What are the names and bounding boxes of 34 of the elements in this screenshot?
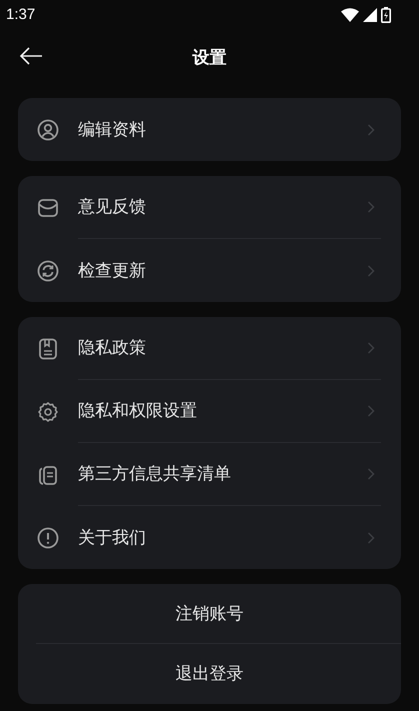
back-arrow-icon[interactable] — [19, 46, 43, 66]
chevron-icon — [367, 264, 375, 276]
settings-row[interactable]: 关于我们 — [36, 506, 383, 569]
row-label: 第三方信息共享清单 — [78, 463, 232, 486]
chevron-icon — [367, 201, 375, 213]
document-icon — [36, 336, 60, 360]
account-action-button[interactable]: 退出登录 — [176, 661, 244, 687]
battery-icon — [381, 7, 391, 23]
row-label: 检查更新 — [78, 260, 147, 282]
row-label: 关于我们 — [78, 526, 147, 549]
row-label: 意见反馈 — [78, 196, 147, 218]
gear-icon — [36, 400, 60, 424]
chevron-icon — [367, 405, 375, 417]
person-circle-icon — [36, 118, 60, 142]
settings-row[interactable]: 编辑资料 — [36, 98, 383, 161]
status-time: 1:37 — [6, 4, 36, 25]
chevron-icon — [367, 532, 375, 544]
chevron-icon — [367, 124, 375, 136]
row-label: 隐私政策 — [78, 337, 147, 360]
settings-row[interactable]: 隐私和权限设置 — [36, 380, 383, 443]
settings-row[interactable]: 第三方信息共享清单 — [36, 443, 383, 506]
row-label: 隐私和权限设置 — [78, 400, 198, 422]
row-label: 编辑资料 — [78, 118, 147, 141]
chevron-icon — [367, 342, 375, 354]
signal-icon — [363, 8, 377, 22]
account-action-button[interactable]: 注销账号 — [176, 600, 244, 626]
settings-row[interactable]: 意见反馈 — [36, 176, 383, 239]
info-circle-icon — [36, 526, 60, 550]
settings-row[interactable]: 检查更新 — [36, 239, 383, 302]
chevron-icon — [367, 468, 375, 480]
refresh-circle-icon — [36, 258, 60, 282]
wifi-icon — [341, 8, 359, 22]
page-title: 设置 — [192, 47, 226, 70]
settings-row[interactable]: 隐私政策 — [36, 317, 383, 380]
